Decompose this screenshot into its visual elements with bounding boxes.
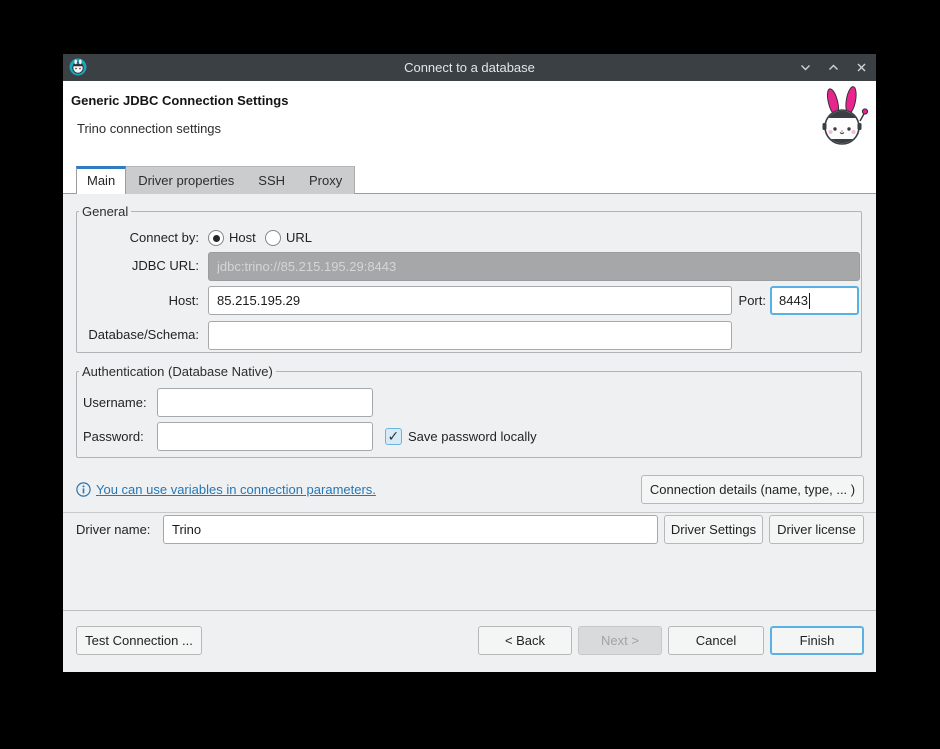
test-connection-button[interactable]: Test Connection ... (76, 626, 202, 655)
save-password-checkbox[interactable] (385, 428, 402, 445)
dialog-header: Generic JDBC Connection Settings Trino c… (63, 81, 876, 194)
driver-name-label: Driver name: (76, 520, 150, 540)
connect-by-label: Connect by: (77, 228, 199, 248)
cancel-button[interactable]: Cancel (668, 626, 764, 655)
back-button[interactable]: < Back (478, 626, 572, 655)
driver-license-button[interactable]: Driver license (769, 515, 864, 544)
jdbc-url-input (208, 252, 860, 281)
port-label: Port: (722, 291, 766, 311)
connect-database-dialog: Connect to a database Generic JDBC Conne… (63, 54, 876, 672)
username-label: Username: (83, 393, 147, 413)
driver-name-field (163, 515, 658, 544)
next-button: Next > (578, 626, 662, 655)
inactive-tabs: Driver properties SSH Proxy (126, 166, 355, 194)
save-password-label[interactable]: Save password locally (408, 427, 537, 447)
tab-bar: Main Driver properties SSH Proxy (76, 166, 355, 194)
app-icon (69, 58, 87, 76)
driver-settings-button[interactable]: Driver Settings (664, 515, 763, 544)
close-icon[interactable] (854, 61, 868, 75)
tab-ssh[interactable]: SSH (246, 167, 297, 194)
separator (63, 512, 876, 513)
host-label: Host: (77, 291, 199, 311)
radio-url[interactable] (265, 230, 281, 246)
radio-host-label[interactable]: Host (229, 228, 256, 248)
window-title: Connect to a database (63, 60, 876, 75)
window-controls (798, 54, 868, 81)
titlebar: Connect to a database (63, 54, 876, 81)
trino-mascot-icon (817, 85, 869, 151)
tab-proxy[interactable]: Proxy (297, 167, 354, 194)
info-icon (76, 482, 91, 497)
general-group-label: General (79, 204, 131, 219)
jdbc-url-label: JDBC URL: (77, 256, 199, 276)
variables-link[interactable]: You can use variables in connection para… (96, 482, 376, 497)
password-label: Password: (83, 427, 144, 447)
text-caret (809, 293, 810, 309)
tab-driver-properties[interactable]: Driver properties (126, 167, 246, 194)
radio-url-label[interactable]: URL (286, 228, 312, 248)
port-value: 8443 (779, 293, 808, 308)
separator (63, 610, 876, 611)
tab-main[interactable]: Main (76, 166, 126, 194)
minimize-icon[interactable] (798, 61, 812, 75)
page-subtitle: Trino connection settings (77, 121, 221, 136)
connection-details-button[interactable]: Connection details (name, type, ... ) (641, 475, 864, 504)
username-input[interactable] (157, 388, 373, 417)
database-label: Database/Schema: (77, 325, 199, 345)
authentication-group: Authentication (Database Native) Usernam… (76, 371, 862, 458)
password-input[interactable] (157, 422, 373, 451)
authentication-group-label: Authentication (Database Native) (79, 364, 276, 379)
host-input[interactable] (208, 286, 732, 315)
general-group: General Connect by: Host URL JDBC URL: H… (76, 211, 862, 353)
finish-button[interactable]: Finish (770, 626, 864, 655)
port-input[interactable]: 8443 (770, 286, 859, 315)
maximize-icon[interactable] (826, 61, 840, 75)
radio-host[interactable] (208, 230, 224, 246)
page-title: Generic JDBC Connection Settings (71, 93, 288, 108)
database-input[interactable] (208, 321, 732, 350)
